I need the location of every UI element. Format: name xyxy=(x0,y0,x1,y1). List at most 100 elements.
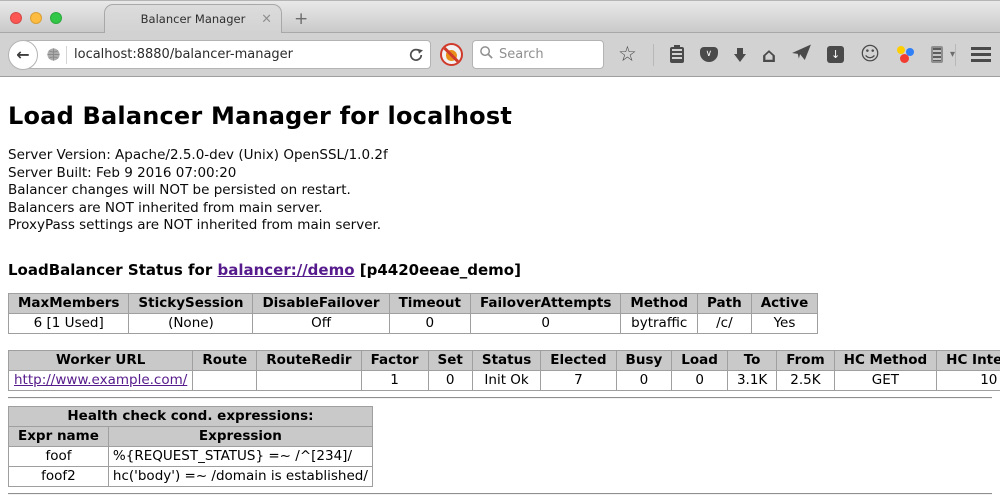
col-from: From xyxy=(777,350,834,370)
paper-plane-icon[interactable] xyxy=(792,44,811,65)
col-expr-name: Expr name xyxy=(9,426,109,446)
divider-rule xyxy=(8,397,992,399)
navigation-toolbar: ← ☆ ∨ ⌂ xyxy=(0,33,1000,77)
reload-icon[interactable] xyxy=(402,48,430,62)
minimize-window-button[interactable] xyxy=(30,12,42,24)
cell-set: 0 xyxy=(428,370,472,390)
cell-elected: 7 xyxy=(541,370,616,390)
col-to: To xyxy=(727,350,776,370)
col-load: Load xyxy=(672,350,728,370)
cell-stickysession: (None) xyxy=(129,313,253,333)
col-route: Route xyxy=(193,350,257,370)
pocket-icon[interactable]: ∨ xyxy=(700,47,718,62)
search-input[interactable] xyxy=(494,47,597,62)
status-heading-suffix: [p4420eeae_demo] xyxy=(355,261,521,279)
zoom-window-button[interactable] xyxy=(50,12,62,24)
back-arrow-icon: ← xyxy=(16,45,29,64)
hamburger-menu-icon[interactable] xyxy=(971,47,991,62)
home-icon[interactable]: ⌂ xyxy=(762,45,776,65)
health-check-table: Health check cond. expressions: Expr nam… xyxy=(8,406,373,487)
cell-hc-interval: 10 xyxy=(937,370,1000,390)
col-maxmembers: MaxMembers xyxy=(9,293,129,313)
globe-icon xyxy=(46,47,61,62)
cell-expr-name: foof xyxy=(9,446,109,466)
new-tab-button[interactable]: + xyxy=(294,9,308,29)
server-built-line: Server Built: Feb 9 2016 07:00:20 xyxy=(8,165,992,183)
square-download-icon[interactable]: ↓ xyxy=(827,46,844,63)
cell-status: Init Ok xyxy=(472,370,540,390)
col-path: Path xyxy=(698,293,752,313)
url-divider xyxy=(66,46,67,64)
cell-method: bytraffic xyxy=(621,313,698,333)
server-version-line: Server Version: Apache/2.5.0-dev (Unix) … xyxy=(8,147,992,165)
col-timeout: Timeout xyxy=(389,293,470,313)
down-arrow-icon: ↓ xyxy=(831,49,840,60)
dot-yellow xyxy=(897,46,905,54)
server-info: Server Version: Apache/2.5.0-dev (Unix) … xyxy=(8,147,992,235)
cell-factor: 1 xyxy=(361,370,428,390)
browser-window: Balancer Manager × + ← ☆ xyxy=(0,0,1000,491)
dot-red xyxy=(900,54,909,63)
toolbar-divider-2 xyxy=(955,44,956,66)
col-set: Set xyxy=(428,350,472,370)
menu-buttons xyxy=(955,44,1000,66)
col-worker-url: Worker URL xyxy=(9,350,193,370)
balancers-note-line: Balancers are NOT inherited from main se… xyxy=(8,200,992,218)
col-hc-method: HC Method xyxy=(834,350,937,370)
table-header-row: Worker URL Route RouteRedir Factor Set S… xyxy=(9,350,1000,370)
col-elected: Elected xyxy=(541,350,616,370)
col-method: Method xyxy=(621,293,698,313)
cell-from: 2.5K xyxy=(777,370,834,390)
balancer-demo-link[interactable]: balancer://demo xyxy=(217,261,354,279)
col-hc-interval: HC Interval xyxy=(937,350,1000,370)
cell-hc-method: GET xyxy=(834,370,937,390)
close-window-button[interactable] xyxy=(10,12,22,24)
tab-balancer-manager[interactable]: Balancer Manager × xyxy=(104,4,282,33)
url-input[interactable] xyxy=(74,47,402,62)
cell-active: Yes xyxy=(751,313,818,333)
bookmark-star-icon[interactable]: ☆ xyxy=(618,44,637,65)
battery-icon[interactable] xyxy=(931,46,943,63)
cell-route xyxy=(193,370,257,390)
cell-maxmembers: 6 [1 Used] xyxy=(9,313,129,333)
colored-dots-icon[interactable] xyxy=(896,45,915,64)
cell-busy: 0 xyxy=(616,370,672,390)
cell-routeredir xyxy=(257,370,361,390)
plugin-blocked-icon[interactable] xyxy=(440,43,463,66)
table-header-row: MaxMembers StickySession DisableFailover… xyxy=(9,293,818,313)
smiley-icon[interactable]: ☺ xyxy=(860,45,880,64)
proxypass-note-line: ProxyPass settings are NOT inherited fro… xyxy=(8,217,992,235)
downloads-icon[interactable] xyxy=(734,54,746,62)
pocket-chevron-icon: ∨ xyxy=(706,50,713,59)
clipboard-icon[interactable] xyxy=(670,47,684,63)
table-title-row: Health check cond. expressions: xyxy=(9,406,373,426)
table-row: foof2 hc('body') =~ /domain is establish… xyxy=(9,466,373,486)
traffic-lights xyxy=(10,12,62,24)
cell-path: /c/ xyxy=(698,313,752,333)
table-row: 6 [1 Used] (None) Off 0 0 bytraffic /c/ … xyxy=(9,313,818,333)
cell-timeout: 0 xyxy=(389,313,470,333)
url-bar[interactable] xyxy=(23,40,431,69)
col-stickysession: StickySession xyxy=(129,293,253,313)
loadbalancer-status-heading: LoadBalancer Status for balancer://demo … xyxy=(8,261,992,279)
col-busy: Busy xyxy=(616,350,672,370)
worker-row: http://www.example.com/ 1 0 Init Ok 7 0 … xyxy=(9,370,1000,390)
cell-failoverattempts: 0 xyxy=(471,313,621,333)
tab-strip: Balancer Manager × + xyxy=(0,0,1000,33)
col-status: Status xyxy=(472,350,540,370)
tab-close-icon[interactable]: × xyxy=(261,13,272,26)
col-routeredir: RouteRedir xyxy=(257,350,361,370)
col-expression: Expression xyxy=(108,426,372,446)
col-failoverattempts: FailoverAttempts xyxy=(471,293,621,313)
table-row: foof %{REQUEST_STATUS} =~ /^[234]/ xyxy=(9,446,373,466)
status-heading-prefix: LoadBalancer Status for xyxy=(8,261,217,279)
cell-expr-name: foof2 xyxy=(9,466,109,486)
toolbar-buttons: ☆ ∨ ⌂ ↓ ☺ ▾ xyxy=(618,44,955,66)
toolbar-divider xyxy=(653,44,654,66)
worker-url-link[interactable]: http://www.example.com/ xyxy=(14,372,187,388)
col-disablefailover: DisableFailover xyxy=(253,293,389,313)
search-bar[interactable] xyxy=(472,40,604,69)
search-icon xyxy=(479,45,494,64)
table-header-row: Expr name Expression xyxy=(9,426,373,446)
back-button[interactable]: ← xyxy=(8,40,38,70)
